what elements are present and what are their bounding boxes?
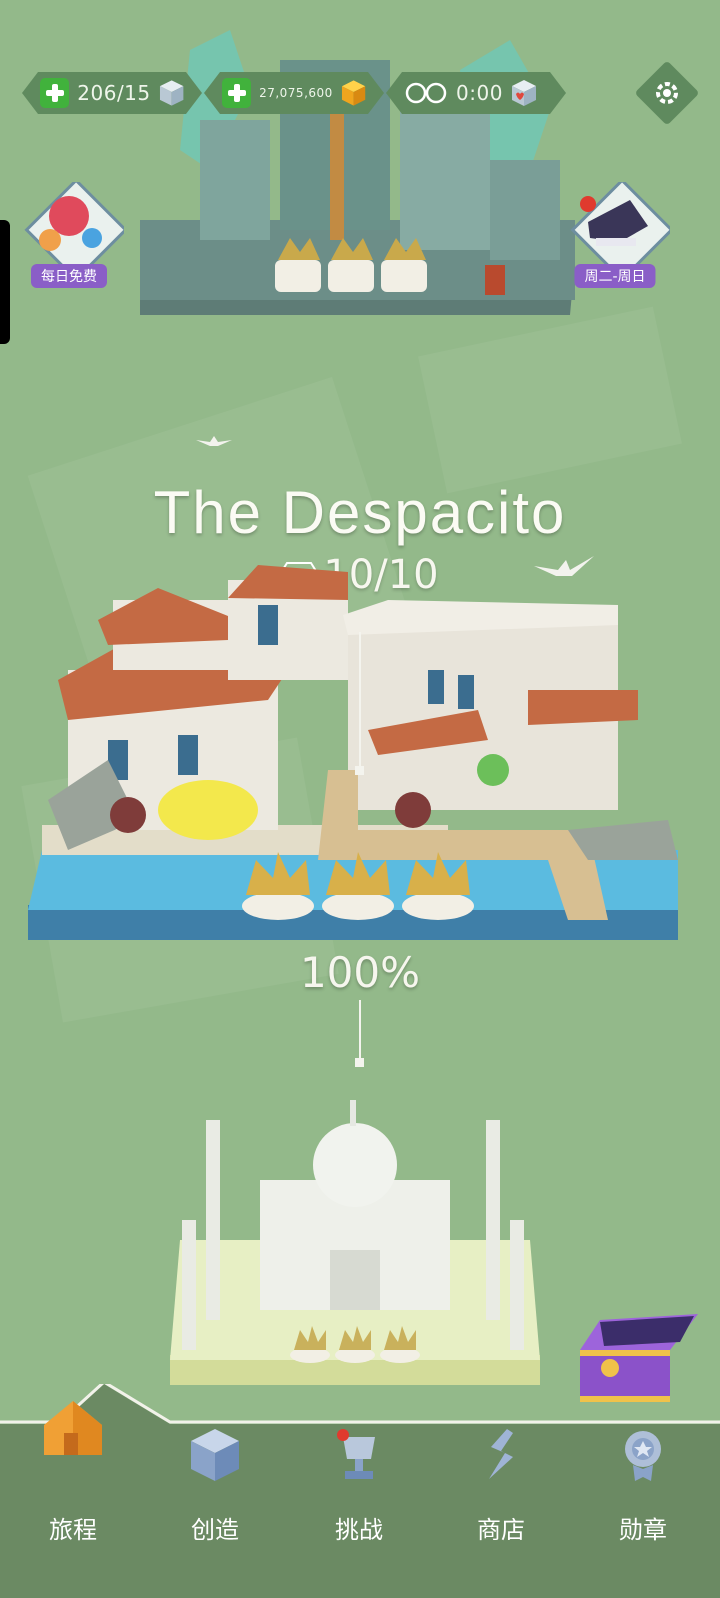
coins-value: 27,075,600 bbox=[259, 86, 333, 100]
daily-free-button[interactable]: 每日免费 bbox=[14, 178, 128, 292]
background-shape bbox=[418, 306, 682, 494]
shop-icon bbox=[489, 1429, 513, 1479]
add-lives-button[interactable] bbox=[40, 78, 69, 108]
trophy-icon bbox=[337, 1429, 375, 1479]
tab-challenge[interactable]: 挑战 bbox=[304, 1425, 414, 1545]
level-connector-dot bbox=[355, 1058, 364, 1067]
infinity-icon bbox=[404, 81, 448, 105]
tab-create[interactable]: 创造 bbox=[160, 1425, 270, 1545]
tab-medals[interactable]: 勋章 bbox=[588, 1425, 698, 1545]
piano-event-button[interactable]: 周二-周日 bbox=[560, 178, 674, 292]
coins-counter[interactable]: 27,075,600 bbox=[204, 72, 384, 114]
tab-journey[interactable]: 旅程 bbox=[18, 1401, 128, 1545]
timer-value: 0:00 bbox=[456, 81, 503, 105]
add-coins-button[interactable] bbox=[222, 78, 251, 108]
gear-icon bbox=[656, 82, 678, 104]
seagull-icon bbox=[196, 436, 232, 446]
level-connector-dot bbox=[355, 766, 364, 775]
level-connector bbox=[359, 1000, 361, 1062]
plus-icon bbox=[228, 84, 246, 102]
tab-create-label: 创造 bbox=[191, 1516, 239, 1544]
tab-challenge-label: 挑战 bbox=[335, 1516, 383, 1544]
level-title: The Despacito bbox=[153, 479, 567, 546]
crown-icon bbox=[242, 852, 474, 920]
level-progress: 100% bbox=[299, 948, 421, 997]
infinite-timer[interactable]: 0:00 bbox=[386, 72, 566, 114]
weekend-label: 周二-周日 bbox=[574, 264, 656, 288]
medal-icon bbox=[625, 1431, 661, 1481]
gold-cube-icon bbox=[341, 79, 366, 107]
heart-cube-icon bbox=[511, 79, 537, 107]
despacito-level-scene[interactable] bbox=[28, 560, 688, 960]
lives-value: 206/15 bbox=[77, 81, 151, 105]
cube-icon bbox=[159, 79, 184, 107]
level-connector bbox=[359, 632, 361, 768]
tab-medals-label: 勋章 bbox=[619, 1516, 667, 1544]
tab-shop[interactable]: 商店 bbox=[446, 1425, 556, 1545]
lives-counter[interactable]: 206/15 bbox=[22, 72, 202, 114]
screen-edge bbox=[0, 220, 10, 344]
taj-mahal-level-scene[interactable] bbox=[170, 1100, 550, 1390]
house-icon bbox=[44, 1401, 102, 1455]
plus-icon bbox=[46, 84, 64, 102]
daily-free-label: 每日免费 bbox=[31, 264, 107, 288]
settings-button[interactable] bbox=[634, 60, 700, 126]
tab-journey-label: 旅程 bbox=[49, 1516, 97, 1544]
tab-shop-label: 商店 bbox=[477, 1516, 525, 1544]
cube-icon bbox=[191, 1429, 239, 1481]
